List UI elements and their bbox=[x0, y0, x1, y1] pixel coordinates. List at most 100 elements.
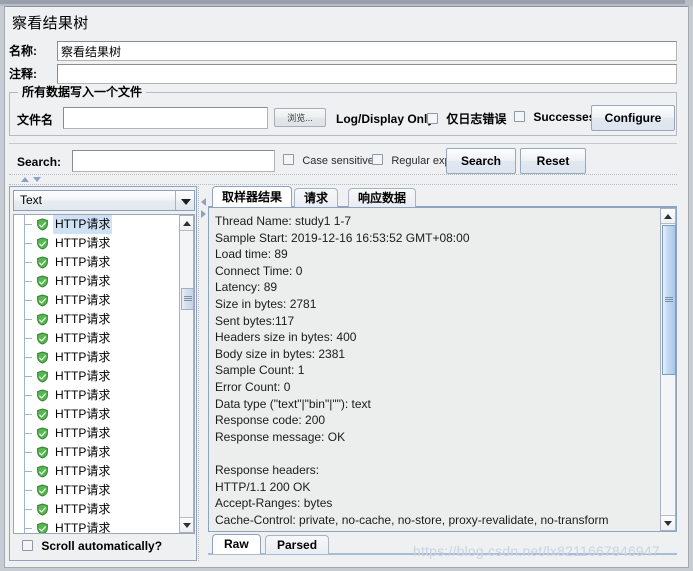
regular-exp-checkbox-box[interactable] bbox=[372, 154, 383, 165]
regular-exp-checkbox[interactable]: Regular exp. bbox=[372, 153, 454, 169]
renderer-select-value: Text bbox=[20, 193, 43, 207]
tree-item-http-request[interactable]: HTTP请求 bbox=[14, 500, 179, 519]
case-sensitive-checkbox[interactable]: Case sensitive bbox=[283, 153, 374, 169]
tree-scroll-up-button[interactable] bbox=[180, 216, 193, 231]
log-display-only-label: Log/Display Only: bbox=[336, 112, 439, 126]
sampler-result-line: Headers size in bytes: 400 bbox=[215, 330, 357, 345]
scroll-down-icon bbox=[664, 521, 672, 526]
tab-raw[interactable]: Raw bbox=[212, 534, 261, 554]
sample-result-tree[interactable]: HTTP请求 HTTP请求 HTTP请求 HTTP请求 HTTP请求 HTTP请求 HTTP… bbox=[13, 214, 195, 534]
sampler-result-text: Thread Name: study1 1-7 Sample Start: 201… bbox=[215, 213, 645, 528]
tab-parsed[interactable]: Parsed bbox=[265, 535, 330, 554]
tree-branch-line bbox=[24, 490, 32, 491]
sampler-result-textarea[interactable]: Thread Name: study1 1-7 Sample Start: 201… bbox=[208, 207, 677, 532]
tree-item-http-request[interactable]: HTTP请求 bbox=[14, 386, 179, 405]
tree-item-http-request[interactable]: HTTP请求 bbox=[14, 367, 179, 386]
tree-vertical-scrollbar[interactable] bbox=[179, 215, 194, 533]
sampler-result-line: Error Count: 0 bbox=[215, 379, 291, 394]
tree-item-http-request[interactable]: HTTP请求 bbox=[14, 291, 179, 310]
tree-item-http-request[interactable]: HTTP请求 bbox=[14, 310, 179, 329]
errors-only-checkbox[interactable]: 仅日志错误 bbox=[427, 110, 506, 126]
tab-request[interactable]: 请求 bbox=[294, 188, 339, 207]
tree-item-http-request[interactable]: HTTP请求 bbox=[14, 329, 179, 348]
tree-item-http-request[interactable]: HTTP请求 bbox=[14, 424, 179, 443]
case-sensitive-checkbox-label: Case sensitive bbox=[302, 155, 374, 167]
browse-button[interactable]: 浏览... bbox=[274, 108, 326, 127]
status-success-shield-icon bbox=[36, 446, 49, 459]
tree-item-label: HTTP请求 bbox=[55, 388, 111, 402]
tree-item-http-request[interactable]: HTTP请求 bbox=[14, 348, 179, 367]
tree-branch-line bbox=[24, 319, 32, 320]
successes-checkbox-box[interactable] bbox=[514, 111, 525, 122]
configure-button[interactable]: Configure bbox=[591, 105, 675, 131]
tree-scrollbar-thumb[interactable] bbox=[181, 288, 194, 310]
tree-scroll-down-button[interactable] bbox=[180, 517, 193, 532]
result-scrollbar-thumb[interactable] bbox=[662, 225, 676, 375]
search-label: Search: bbox=[17, 155, 62, 169]
tree-branch-line bbox=[24, 338, 32, 339]
tree-item-http-request[interactable]: HTTP请求 bbox=[14, 443, 179, 462]
collapse-down-icon[interactable] bbox=[33, 177, 41, 182]
scrollbar-grip-icon bbox=[183, 296, 192, 302]
status-success-shield-icon bbox=[36, 351, 49, 364]
tree-item-http-request[interactable]: HTTP请求 bbox=[14, 215, 179, 234]
result-scroll-up-button[interactable] bbox=[661, 209, 675, 224]
tree-branch-line bbox=[24, 395, 32, 396]
results-tree-panel: Text HTTP请求 HTTP请求 HTTP请求 HTTP请求 HTTP请求 HTTP请… bbox=[9, 186, 197, 561]
tree-item-label: HTTP请求 bbox=[55, 331, 111, 345]
tree-branch-line bbox=[24, 357, 32, 358]
tab-sampler-result[interactable]: 取样器结果 bbox=[212, 186, 293, 207]
status-success-shield-icon bbox=[36, 427, 49, 440]
sampler-result-line: Data type ("text"|"bin"|""): text bbox=[215, 396, 371, 411]
tree-item-http-request[interactable]: HTTP请求 bbox=[14, 481, 179, 500]
scroll-automatically-checkbox-box[interactable] bbox=[22, 540, 33, 551]
tree-branch-line bbox=[24, 452, 32, 453]
window-right-edge bbox=[689, 6, 693, 571]
name-input[interactable] bbox=[57, 41, 677, 61]
collapse-right-icon[interactable] bbox=[201, 210, 206, 218]
tree-item-http-request[interactable]: HTTP请求 bbox=[14, 405, 179, 424]
case-sensitive-checkbox-box[interactable] bbox=[283, 154, 294, 165]
filename-input[interactable] bbox=[63, 107, 268, 129]
sampler-result-line: Load time: 89 bbox=[215, 247, 288, 262]
sampler-result-line: Connect Time: 0 bbox=[215, 263, 303, 278]
renderer-select-arrow[interactable] bbox=[175, 191, 194, 210]
horizontal-splitter[interactable] bbox=[9, 174, 677, 185]
sampler-result-panel: 取样器结果 请求 响应数据 Thread Name: study1 1-7 Sam… bbox=[208, 186, 677, 561]
search-button[interactable]: Search bbox=[446, 148, 516, 174]
status-success-shield-icon bbox=[36, 522, 49, 533]
result-scroll-down-button[interactable] bbox=[661, 515, 675, 530]
scroll-automatically-checkbox[interactable]: Scroll automatically? bbox=[22, 539, 162, 555]
errors-only-checkbox-box[interactable] bbox=[427, 113, 438, 124]
sampler-result-line: Sample Count: 1 bbox=[215, 363, 305, 378]
sampler-result-line: Cache-Control: private, no-cache, no-sto… bbox=[215, 512, 609, 527]
tree-item-http-request[interactable]: HTTP请求 bbox=[14, 272, 179, 291]
search-input[interactable] bbox=[72, 150, 275, 172]
tab-response-data[interactable]: 响应数据 bbox=[348, 188, 417, 207]
reset-button[interactable]: Reset bbox=[520, 148, 586, 174]
tree-item-http-request[interactable]: HTTP请求 bbox=[14, 253, 179, 272]
sampler-result-line: Response message: OK bbox=[215, 429, 346, 444]
tree-item-label: HTTP请求 bbox=[55, 502, 111, 516]
tree-item-http-request[interactable]: HTTP请求 bbox=[14, 462, 179, 481]
sampler-result-line: Thread Name: study1 1-7 bbox=[215, 214, 352, 228]
sampler-result-line: Response headers: bbox=[215, 462, 320, 477]
successes-checkbox[interactable]: Successes bbox=[514, 110, 595, 126]
errors-only-checkbox-label: 仅日志错误 bbox=[446, 112, 507, 126]
collapse-up-icon[interactable] bbox=[21, 177, 29, 182]
scroll-down-icon bbox=[182, 523, 191, 528]
sampler-result-line: Size in bytes: 2781 bbox=[215, 296, 317, 311]
renderer-select[interactable]: Text bbox=[13, 190, 195, 211]
name-row: 名称: bbox=[9, 41, 677, 61]
result-vertical-scrollbar[interactable] bbox=[660, 208, 676, 531]
collapse-left-icon[interactable] bbox=[201, 198, 206, 206]
comment-input[interactable] bbox=[57, 64, 677, 84]
status-success-shield-icon bbox=[36, 389, 49, 402]
tree-item-http-request[interactable]: HTTP请求 bbox=[14, 519, 179, 533]
status-success-shield-icon bbox=[36, 484, 49, 497]
tree-item-http-request[interactable]: HTTP请求 bbox=[14, 234, 179, 253]
tree-item-label: HTTP请求 bbox=[55, 445, 111, 459]
tree-branch-line bbox=[24, 471, 32, 472]
sampler-result-line: Accept-Ranges: bytes bbox=[215, 496, 333, 511]
tree-branch-line bbox=[24, 509, 32, 510]
